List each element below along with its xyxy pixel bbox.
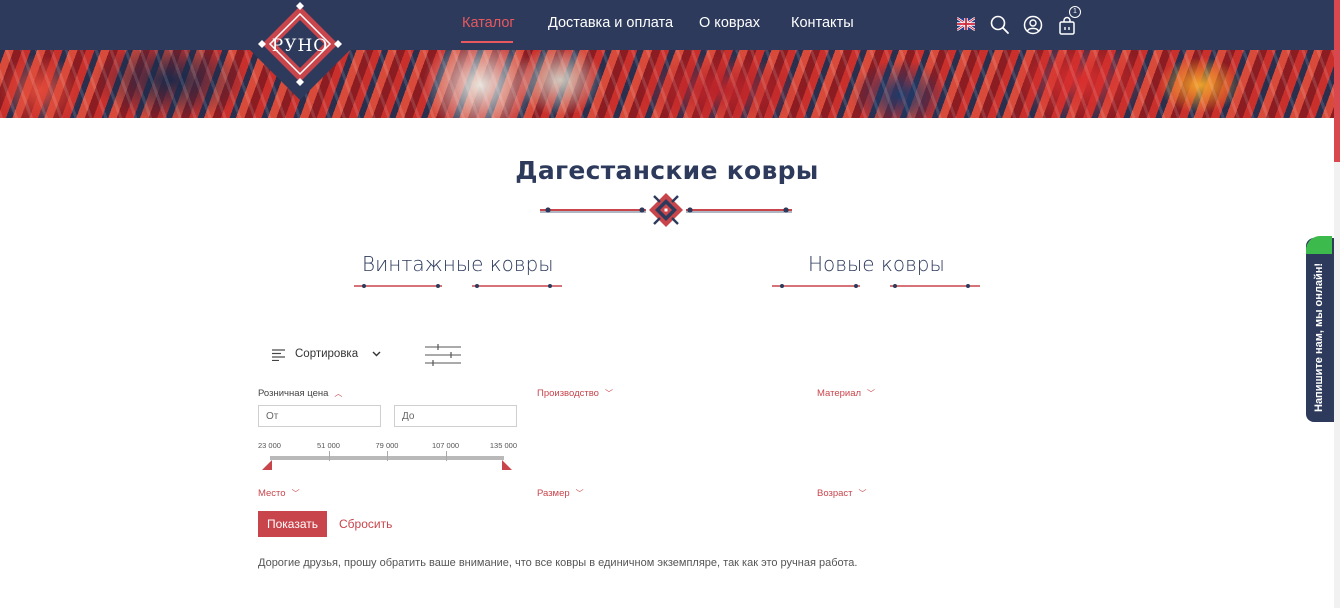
price-tick-mark — [445, 451, 447, 461]
filter-material-toggle[interactable]: Материал ﹀ — [817, 388, 875, 399]
cart-count-badge: 1 — [1069, 6, 1081, 18]
reset-filters-button[interactable]: Сбросить — [339, 517, 392, 531]
title-ornament-icon — [540, 193, 792, 227]
chevron-down-icon: ﹀ — [867, 389, 876, 398]
price-tick-label: 51 000 — [317, 441, 340, 450]
subcategory-vintage-carpets[interactable]: Винтажные ковры — [362, 252, 554, 276]
page-title: Дагестанские ковры — [515, 156, 819, 185]
price-slider-max-handle[interactable] — [502, 460, 512, 470]
subcategory-underline-ornament — [772, 284, 980, 288]
chevron-down-icon: ﹀ — [858, 489, 867, 498]
price-slider-min-handle[interactable] — [262, 460, 272, 470]
price-tick-label: 135 000 — [489, 441, 517, 450]
price-tick-mark — [387, 451, 388, 461]
price-to-input[interactable] — [394, 405, 517, 427]
filter-production-label: Производство — [537, 388, 599, 399]
price-tick-label: 107 000 — [431, 441, 460, 450]
sort-dropdown[interactable]: Сортировка — [270, 344, 386, 366]
uk-flag-icon[interactable] — [957, 17, 975, 31]
chevron-up-icon: ︿ — [334, 389, 343, 398]
filter-age-label: Возраст — [817, 488, 853, 499]
search-icon[interactable] — [989, 14, 1011, 36]
chevron-down-icon — [372, 351, 381, 357]
site-logo[interactable]: РУНО — [250, 0, 350, 102]
chevron-down-icon: ﹀ — [575, 489, 584, 498]
filter-price-toggle[interactable]: Розничная цена ︿ — [258, 388, 342, 399]
price-tick-label: 79 000 — [375, 441, 399, 450]
filter-age-toggle[interactable]: Возраст ﹀ — [817, 488, 867, 499]
chevron-down-icon: ﹀ — [604, 389, 613, 398]
page-scrollbar-thumb[interactable] — [1334, 0, 1340, 162]
filter-price-label: Розничная цена — [258, 388, 329, 399]
price-tick-mark — [328, 451, 330, 461]
logo-text: РУНО — [271, 36, 329, 56]
user-icon[interactable] — [1022, 14, 1044, 36]
nav-active-underline — [461, 41, 513, 43]
nav-item-delivery[interactable]: Доставка и оплата — [548, 15, 673, 31]
nav-item-contacts[interactable]: Контакты — [791, 15, 854, 31]
sort-lines-icon — [272, 349, 285, 361]
price-from-input[interactable] — [258, 405, 381, 427]
show-results-button[interactable]: Показать — [258, 511, 327, 537]
hero-texture — [0, 50, 1334, 118]
filter-place-label: Место — [258, 488, 286, 499]
sort-label: Сортировка — [295, 348, 359, 360]
price-tick-label: 23 000 — [258, 441, 281, 450]
filter-size-label: Размер — [537, 488, 570, 499]
subcategory-new-carpets[interactable]: Новые ковры — [808, 252, 945, 276]
filter-place-toggle[interactable]: Место ﹀ — [258, 488, 300, 499]
filter-material-label: Материал — [817, 388, 862, 399]
subcategory-underline-ornament — [354, 284, 562, 288]
handmade-notice: Дорогие друзья, прошу обратить ваше вним… — [258, 557, 858, 569]
cart-icon[interactable] — [1056, 15, 1078, 37]
chevron-down-icon: ﹀ — [291, 489, 300, 498]
nav-item-about-carpets[interactable]: О коврах — [699, 15, 760, 31]
nav-item-catalog[interactable]: Каталог — [462, 15, 515, 31]
filter-size-toggle[interactable]: Размер ﹀ — [537, 488, 584, 499]
filter-production-toggle[interactable]: Производство ﹀ — [537, 388, 613, 399]
chat-tab-label: Напишите нам, мы онлайн! — [1313, 262, 1325, 412]
filter-sliders-icon[interactable] — [424, 342, 462, 368]
